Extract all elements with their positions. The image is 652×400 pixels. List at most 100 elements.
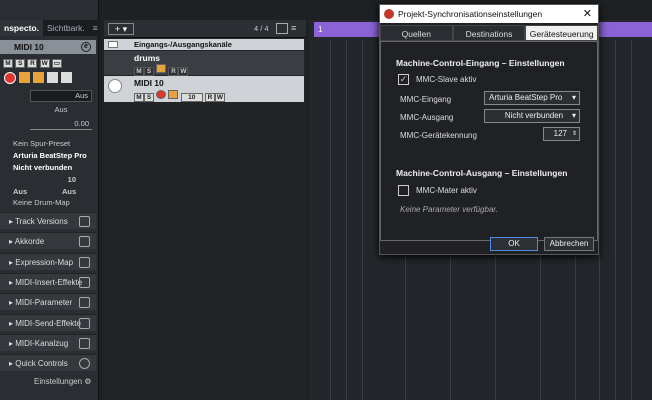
tab-inspector[interactable]: nspecto. bbox=[0, 20, 43, 36]
section-label: MIDI-Insert-Effekte bbox=[15, 278, 83, 287]
track-row-midi10[interactable]: MIDI 10 MS 10 RW bbox=[104, 76, 304, 102]
drum-map-row[interactable]: Keine Drum-Map bbox=[2, 197, 96, 208]
timebase-button[interactable] bbox=[33, 72, 44, 83]
track-view-icon[interactable] bbox=[276, 23, 288, 34]
monitor-button[interactable] bbox=[156, 64, 167, 73]
read-button[interactable]: R bbox=[168, 67, 179, 76]
mmc-input-select[interactable]: Arturia BeatStep Pro ▾ bbox=[484, 91, 580, 105]
record-button[interactable] bbox=[4, 72, 16, 84]
insert-icon bbox=[79, 277, 90, 288]
ruler-marker: 1 bbox=[318, 25, 323, 34]
select-value: Nicht verbunden bbox=[504, 111, 564, 120]
spinner-arrows-icon[interactable]: ⇕ bbox=[572, 128, 577, 140]
monitor-button[interactable] bbox=[168, 90, 179, 99]
write-button[interactable]: W bbox=[214, 93, 225, 102]
channel-row[interactable]: 10 bbox=[2, 174, 96, 185]
section-expression-map[interactable]: ▸ Expression-Map bbox=[0, 253, 96, 270]
grid-line bbox=[330, 40, 331, 400]
no-params-text: Keine Parameter verfügbar. bbox=[400, 205, 498, 214]
settings-link[interactable]: Einstellungen ⚙ bbox=[34, 377, 91, 386]
write-button[interactable]: W bbox=[39, 59, 50, 68]
mmc-master-checkbox[interactable] bbox=[398, 185, 409, 196]
folder-track[interactable]: Eingangs-/Ausgangskanäle bbox=[104, 39, 304, 50]
pan-top[interactable]: Aus bbox=[30, 90, 92, 102]
menu-icon[interactable]: ≡ bbox=[89, 20, 102, 36]
folder-icon bbox=[108, 41, 118, 48]
close-icon[interactable]: ✕ bbox=[583, 5, 592, 23]
volume-value[interactable]: 0.00 bbox=[30, 118, 92, 130]
monitor-button[interactable] bbox=[19, 72, 30, 83]
settings-label: Einstellungen bbox=[34, 377, 83, 386]
track-name: drums bbox=[134, 53, 160, 63]
mute-button[interactable]: M bbox=[3, 59, 13, 68]
channel-field[interactable]: 10 bbox=[180, 93, 203, 102]
input-label: Arturia BeatStep Pro bbox=[13, 151, 87, 160]
preset-row[interactable]: Kein Spur-Preset bbox=[2, 138, 96, 149]
edit-icon[interactable]: e bbox=[81, 42, 91, 52]
section-track-versions[interactable]: ▸ Track Versions bbox=[0, 212, 96, 229]
mute-button[interactable]: M bbox=[134, 93, 144, 102]
section-midi-channel-strip[interactable]: ▸ MIDI-Kanalzug bbox=[0, 334, 96, 351]
folder-label: Eingangs-/Ausgangskanäle bbox=[134, 40, 232, 49]
mmc-device-id-spinner[interactable]: 127 ⇕ bbox=[543, 127, 580, 141]
grid-line bbox=[495, 256, 496, 400]
gear-icon[interactable]: ⚙ bbox=[84, 377, 91, 386]
add-track-button[interactable]: + ▾ bbox=[108, 23, 134, 35]
cancel-button[interactable]: Abbrechen bbox=[544, 237, 594, 251]
menu-icon[interactable]: ≡ bbox=[291, 23, 303, 34]
output-section-heading: Machine-Control-Ausgang – Einstellungen bbox=[396, 168, 568, 178]
section-midi-parameters[interactable]: ▸ MIDI-Parameter bbox=[0, 293, 96, 310]
mmc-input-label: MMC-Eingang bbox=[400, 95, 452, 104]
channel-label: 10 bbox=[67, 175, 76, 184]
grid-line bbox=[599, 40, 600, 400]
tab-visibility[interactable]: Sichtbark. bbox=[43, 20, 89, 36]
input-row[interactable]: Arturia BeatStep Pro bbox=[2, 150, 96, 161]
send-icon bbox=[79, 318, 90, 329]
pan-mid[interactable]: Aus bbox=[30, 104, 92, 116]
output-row[interactable]: Nicht verbunden bbox=[2, 162, 96, 173]
write-button[interactable]: W bbox=[178, 67, 189, 76]
track-name-label: MIDI 10 bbox=[14, 42, 44, 52]
section-label: MIDI-Kanalzug bbox=[15, 339, 69, 348]
mmc-device-id-label: MMC-Gerätekennung bbox=[400, 131, 477, 140]
inspector-track-name[interactable]: MIDI 10 e bbox=[0, 40, 96, 54]
mmc-slave-checkbox[interactable]: ✓ bbox=[398, 74, 409, 85]
grid-line bbox=[346, 40, 347, 400]
mute-button[interactable]: M bbox=[134, 67, 144, 76]
send-row[interactable]: Aus Aus bbox=[2, 186, 96, 197]
drum-map-label: Keine Drum-Map bbox=[13, 198, 70, 207]
track-list-toolbar: + ▾ 4 / 4 ≡ bbox=[104, 20, 306, 38]
solo-button[interactable]: S bbox=[144, 67, 154, 76]
solo-button[interactable]: S bbox=[144, 93, 154, 102]
section-midi-inserts[interactable]: ▸ MIDI-Insert-Effekte bbox=[0, 273, 96, 290]
out-send-label: Aus bbox=[62, 187, 77, 196]
record-button[interactable] bbox=[156, 90, 167, 99]
mmc-output-select[interactable]: Nicht verbunden ▾ bbox=[484, 109, 580, 123]
midi-track-icon bbox=[108, 79, 122, 93]
chevron-down-icon: ▾ bbox=[571, 93, 576, 102]
freeze-button[interactable] bbox=[47, 72, 58, 83]
tab-sources[interactable]: Quellen bbox=[380, 25, 453, 41]
solo-button[interactable]: S bbox=[15, 59, 26, 68]
grid-line bbox=[540, 256, 541, 400]
section-midi-sends[interactable]: ▸ MIDI-Send-Effekte bbox=[0, 314, 96, 331]
input-section-heading: Machine-Control-Eingang – Einstellungen bbox=[396, 58, 565, 68]
track-count: 4 / 4 bbox=[254, 24, 269, 33]
track-row-drums[interactable]: drums MS RW bbox=[104, 51, 304, 76]
section-label: MIDI-Send-Effekte bbox=[15, 319, 81, 328]
grid-line bbox=[615, 40, 616, 400]
ok-button[interactable]: OK bbox=[490, 237, 538, 251]
read-button[interactable]: R bbox=[204, 93, 215, 102]
chord-icon bbox=[79, 236, 90, 247]
channel-strip-icon bbox=[79, 338, 90, 349]
lock-button[interactable]: ▭ bbox=[51, 59, 62, 68]
versions-icon bbox=[79, 216, 90, 227]
section-quick-controls[interactable]: ▸ Quick Controls bbox=[0, 354, 96, 371]
tab-device-control[interactable]: Gerätesteuerung bbox=[525, 25, 599, 41]
dialog-titlebar: Projekt-Synchronisationseinstellungen ✕ bbox=[380, 5, 598, 23]
section-chords[interactable]: ▸ Akkorde bbox=[0, 232, 96, 249]
track-buttons: MS 10 RW bbox=[134, 90, 225, 102]
lane-button[interactable] bbox=[61, 72, 72, 83]
read-button[interactable]: R bbox=[27, 59, 38, 68]
tab-destinations[interactable]: Destinations bbox=[452, 25, 526, 41]
